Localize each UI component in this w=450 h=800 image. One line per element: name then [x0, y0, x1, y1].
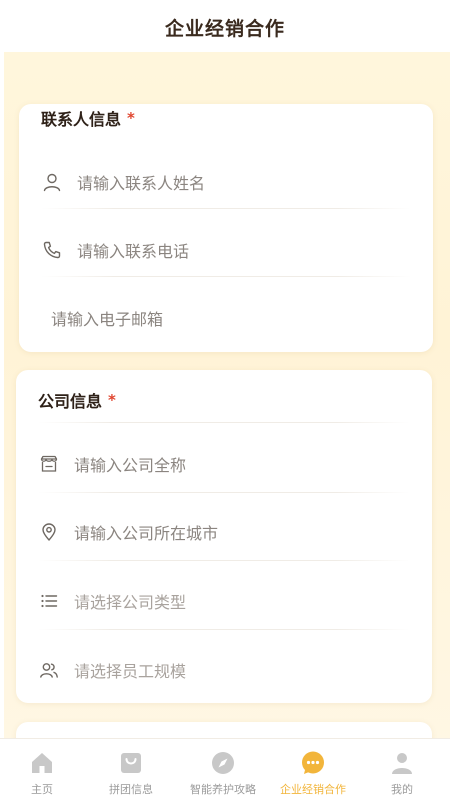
divider	[38, 492, 410, 493]
tab-care-guide[interactable]: 智能养护攻略	[178, 739, 268, 800]
company-title-text: 公司信息	[38, 392, 103, 411]
required-mark: *	[127, 109, 135, 127]
divider	[41, 208, 411, 209]
company-staff-select[interactable]: 请选择员工规模	[16, 636, 432, 704]
home-icon	[28, 749, 56, 777]
tab-label: 拼团信息	[109, 783, 153, 796]
contact-phone-field[interactable]: 请输入联系电话	[19, 216, 433, 284]
tab-dealer-cooperation[interactable]: 企业经销合作	[270, 739, 356, 800]
required-mark: *	[108, 391, 116, 409]
divider	[38, 629, 410, 630]
contact-section-title: 联系人信息 *	[41, 106, 135, 130]
bottom-tab-bar: 主页 拼团信息 智能养护攻略 企业经销合作 我的	[0, 738, 450, 800]
company-fullname-field[interactable]: 请输入公司全称	[16, 430, 432, 498]
company-city-field[interactable]: 请输入公司所在城市	[16, 498, 432, 566]
phone-icon	[41, 239, 63, 261]
tab-group-buy[interactable]: 拼团信息	[88, 739, 174, 800]
contact-email-input[interactable]: 请输入电子邮箱	[51, 306, 163, 330]
contact-info-card: 联系人信息 * 请输入联系人姓名 请输入联系电话 请输入电子邮箱	[19, 104, 433, 352]
contact-phone-input[interactable]: 请输入联系电话	[77, 238, 189, 262]
company-type-value[interactable]: 请选择公司类型	[74, 589, 186, 613]
person-icon	[41, 171, 63, 193]
store-icon	[38, 453, 60, 475]
bag-icon	[117, 749, 145, 777]
contact-name-input[interactable]: 请输入联系人姓名	[77, 170, 205, 194]
tab-label: 我的	[391, 783, 413, 796]
tab-label: 企业经销合作	[280, 783, 346, 796]
company-info-card: 公司信息 * 请输入公司全称 请输入公司所在城市 请选择公司类型 请选择员工规模	[16, 370, 432, 703]
nav-header: 企业经销合作	[0, 0, 450, 54]
chat-icon	[299, 749, 327, 777]
company-section-title: 公司信息 *	[38, 388, 116, 412]
contact-title-text: 联系人信息	[41, 110, 122, 129]
divider	[38, 422, 410, 423]
list-icon	[38, 590, 60, 612]
page: 企业经销合作 联系人信息 * 请输入联系人姓名 请输入联系电话 请输入电子邮箱 …	[0, 0, 450, 800]
company-fullname-input[interactable]: 请输入公司全称	[74, 452, 186, 476]
page-title: 企业经销合作	[164, 17, 285, 40]
tab-label: 智能养护攻略	[190, 783, 256, 796]
company-staff-value[interactable]: 请选择员工规模	[74, 658, 186, 682]
users-icon	[38, 659, 60, 681]
user-icon	[388, 749, 416, 777]
divider	[41, 276, 411, 277]
compass-icon	[209, 749, 237, 777]
location-pin-icon	[38, 521, 60, 543]
contact-name-field[interactable]: 请输入联系人姓名	[19, 148, 433, 216]
divider	[38, 560, 410, 561]
tab-home[interactable]: 主页	[0, 739, 84, 800]
contact-email-field[interactable]: 请输入电子邮箱	[19, 284, 433, 352]
company-city-input[interactable]: 请输入公司所在城市	[74, 520, 218, 544]
tab-label: 主页	[31, 783, 53, 796]
company-type-select[interactable]: 请选择公司类型	[16, 567, 432, 635]
tab-profile[interactable]: 我的	[362, 739, 442, 800]
